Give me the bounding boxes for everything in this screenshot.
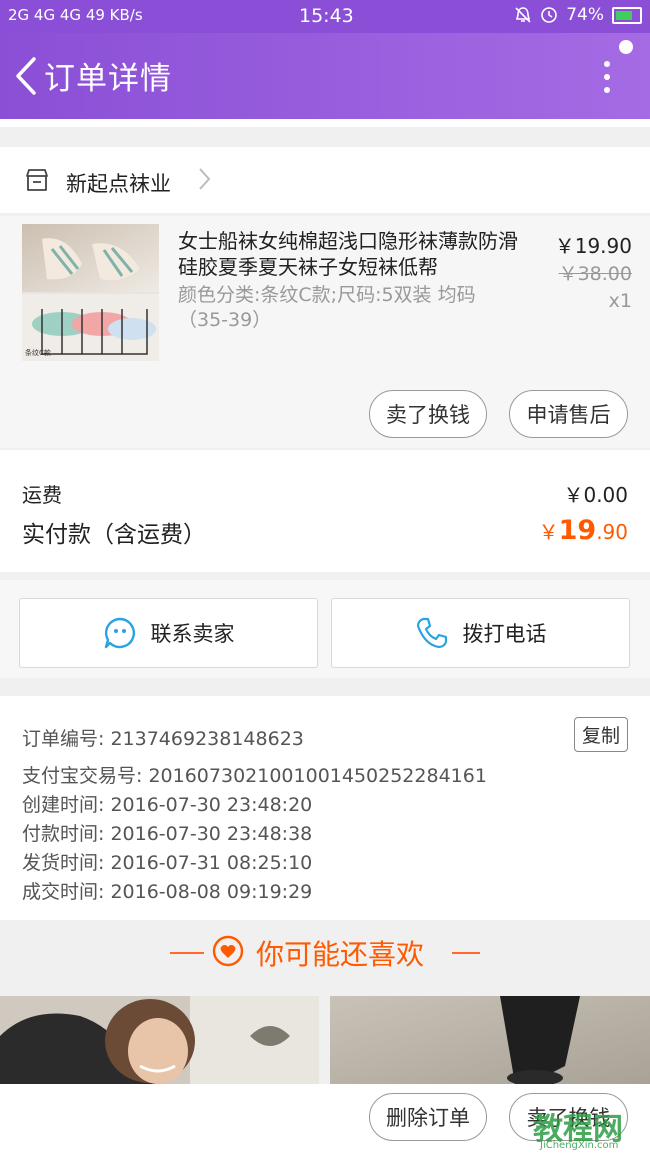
completed-value: 2016-08-08 09:19:29: [110, 881, 313, 903]
watermark-url: JiChengXin.com: [540, 1140, 619, 1151]
mute-icon: [515, 7, 531, 23]
heart-icon: [212, 935, 244, 967]
status-bar: 2G 4G 4G 49 KB/s 15:43 74%: [0, 0, 650, 33]
status-time: 15:43: [299, 5, 354, 27]
paid-time-value: 2016-07-30 23:48:38: [110, 823, 313, 845]
shipped-label: 发货时间:: [22, 852, 105, 874]
battery-percent: 74%: [566, 5, 604, 25]
shipped-value: 2016-07-31 08:25:10: [110, 852, 313, 874]
order-info-section: 订单编号: 2137469238148623 复制 支付宝交易号: 201607…: [0, 696, 650, 920]
divider-left: [170, 952, 204, 954]
freight-value: ￥0.00: [563, 483, 628, 507]
product-sku: 颜色分类:条纹C款;尺码:5双装 均码（35-39）: [178, 284, 476, 331]
created-label: 创建时间:: [22, 794, 105, 816]
shipped-row: 发货时间: 2016-07-31 08:25:10: [22, 848, 312, 875]
after-sale-button[interactable]: 申请售后: [509, 390, 628, 438]
battery-icon: [612, 6, 642, 24]
chat-bubble-icon: [104, 617, 135, 649]
call-phone-label: 拨打电话: [462, 622, 547, 646]
divider-right: [452, 952, 480, 954]
order-number-row: 订单编号: 2137469238148623: [22, 724, 304, 751]
status-signal: 2G 4G 4G 49 KB/s: [8, 6, 143, 24]
paid-integer: 19: [558, 515, 597, 546]
paid-label: 实付款（含运费）: [22, 522, 206, 548]
alarm-icon: [541, 7, 558, 23]
recommend-list: [0, 996, 650, 1084]
recommend-header: 你可能还喜欢: [0, 922, 650, 986]
top-strip: [0, 119, 650, 127]
delete-order-button[interactable]: 删除订单: [369, 1093, 487, 1141]
paid-amount: ￥19.90: [539, 515, 628, 546]
paid-time-row: 付款时间: 2016-07-30 23:48:38: [22, 819, 312, 846]
paid-decimal: .90: [596, 520, 628, 544]
paid-currency: ￥: [538, 520, 559, 544]
call-phone-button[interactable]: 拨打电话: [331, 598, 630, 668]
order-item[interactable]: 条纹C款 女士船袜女纯棉超浅口隐形袜薄款防滑硅胶夏季夏天袜子女短袜低帮 颜色分类…: [0, 216, 650, 448]
completed-label: 成交时间:: [22, 881, 105, 903]
created-row: 创建时间: 2016-07-30 23:48:20: [22, 790, 312, 817]
contact-seller-label: 联系卖家: [150, 622, 235, 646]
order-number-label: 订单编号:: [22, 728, 105, 750]
contact-seller-button[interactable]: 联系卖家: [19, 598, 318, 668]
more-menu-icon[interactable]: [592, 55, 622, 99]
thumbnail-label: 条纹C款: [25, 348, 51, 357]
product-quantity: x1: [608, 290, 632, 312]
phone-icon: [416, 617, 447, 649]
alipay-row: 支付宝交易号: 2016073021001001450252284161: [22, 761, 487, 788]
recommend-item-1[interactable]: [0, 996, 319, 1084]
recommend-title: 你可能还喜欢: [256, 938, 425, 971]
alipay-number: 2016073021001001450252284161: [148, 765, 487, 787]
alipay-label: 支付宝交易号:: [22, 765, 143, 787]
freight-label: 运费: [22, 483, 62, 507]
store-row[interactable]: 新起点袜业: [0, 147, 650, 213]
paid-time-label: 付款时间:: [22, 823, 105, 845]
title-bar: 订单详情: [0, 33, 650, 119]
contact-section: 联系卖家 拨打电话: [0, 580, 650, 678]
store-name: 新起点袜业: [66, 172, 171, 196]
product-thumbnail[interactable]: 条纹C款: [22, 224, 159, 361]
network-speed: 49 KB/s: [85, 6, 143, 24]
totals-section: 运费 ￥0.00 实付款（含运费） ￥19.90: [0, 450, 650, 572]
product-title: 女士船袜女纯棉超浅口隐形袜薄款防滑硅胶夏季夏天袜子女短袜低帮: [178, 229, 518, 279]
product-original-price: ￥38.00: [558, 263, 632, 285]
order-number-value: 2137469238148623: [110, 728, 304, 750]
notification-dot: [619, 40, 633, 54]
chevron-right-icon: [199, 168, 211, 190]
copy-button[interactable]: 复制: [574, 717, 628, 752]
recommend-item-2[interactable]: [330, 996, 650, 1084]
sell-button[interactable]: 卖了换钱: [369, 390, 487, 438]
created-value: 2016-07-30 23:48:20: [110, 794, 313, 816]
signal-indicator: 2G 4G 4G: [8, 6, 82, 24]
status-right: 74%: [514, 5, 642, 25]
store-icon: [26, 169, 48, 191]
product-price: ￥19.90: [554, 234, 632, 258]
page-title: 订单详情: [44, 61, 172, 97]
completed-row: 成交时间: 2016-08-08 09:19:29: [22, 877, 312, 904]
